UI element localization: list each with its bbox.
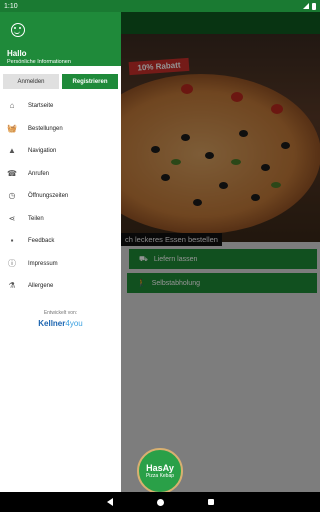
restaurant-logo: HasAy Pizza Kebap: [137, 448, 183, 492]
drawer-menu: ⌂ Startseite 🧺 Bestellungen ▲ Navigation ☎ A…: [0, 95, 121, 298]
menu-item-bestellungen[interactable]: 🧺 Bestellungen: [0, 118, 121, 141]
battery-icon: [312, 2, 316, 10]
brand-accent: 4you: [65, 318, 83, 328]
menu-item-startseite[interactable]: ⌂ Startseite: [0, 95, 121, 118]
feedback-icon: ▪: [10, 236, 14, 246]
status-time: 1:10: [4, 2, 18, 10]
menu-label: Öffnungszeiten: [28, 193, 69, 200]
menu-label: Impressum: [28, 260, 58, 267]
system-nav-bar: [0, 492, 320, 512]
menu-item-anrufen[interactable]: ☎ Anrufen: [0, 163, 121, 186]
allergens-icon: ⚗: [8, 281, 16, 291]
info-icon: ⓘ: [8, 258, 16, 268]
recents-icon[interactable]: [207, 499, 214, 505]
menu-item-impressum[interactable]: ⓘ Impressum: [0, 253, 121, 276]
login-button[interactable]: Anmelden: [3, 74, 59, 89]
navigation-icon: ▲: [8, 146, 16, 156]
drawer-scrim[interactable]: [121, 12, 320, 492]
developer-credit: Entwickelt von:: [43, 309, 78, 316]
menu-item-feedback[interactable]: ▪ Feedback: [0, 230, 121, 253]
logo-subtitle: Pizza Kebap: [145, 473, 175, 479]
home-button-icon[interactable]: [156, 498, 164, 506]
auth-buttons: Anmelden Registrieren: [0, 66, 121, 95]
menu-label: Navigation: [28, 148, 57, 155]
main-content: 10% Rabatt ch leckeres Essen bestellen ⛟…: [121, 12, 320, 492]
developer-logo[interactable]: Kellner4you: [0, 319, 121, 328]
menu-item-navigation[interactable]: ▲ Navigation: [0, 140, 121, 163]
clock-icon: ◷: [8, 191, 16, 201]
menu-item-allergene[interactable]: ⚗ Allergene: [0, 275, 121, 298]
status-bar: 1:10: [0, 0, 320, 12]
greeting: Hallo: [7, 49, 27, 58]
menu-label: Bestellungen: [28, 125, 63, 132]
menu-item-teilen[interactable]: ⋖ Teilen: [0, 208, 121, 231]
menu-label: Teilen: [28, 215, 44, 222]
home-icon: ⌂: [9, 101, 15, 111]
menu-item-oeffnungszeiten[interactable]: ◷ Öffnungszeiten: [0, 185, 121, 208]
menu-label: Allergene: [28, 283, 54, 290]
personal-info-link[interactable]: Persönliche Informationen: [7, 59, 71, 65]
share-icon: ⋖: [8, 213, 16, 223]
phone-icon: ☎: [7, 168, 17, 178]
signal-icon: [303, 3, 309, 9]
menu-label: Anrufen: [28, 170, 50, 177]
smiley-avatar-icon: [11, 23, 25, 37]
basket-icon: 🧺: [7, 123, 17, 133]
brand-main: Kellner: [38, 318, 66, 328]
back-icon[interactable]: [106, 498, 113, 506]
menu-label: Feedback: [28, 238, 55, 245]
logo-name: HasAy: [146, 463, 174, 473]
register-button[interactable]: Registrieren: [62, 74, 118, 89]
menu-label: Startseite: [28, 103, 54, 110]
navigation-drawer: Hallo Persönliche Informationen Anmelden…: [0, 0, 121, 492]
